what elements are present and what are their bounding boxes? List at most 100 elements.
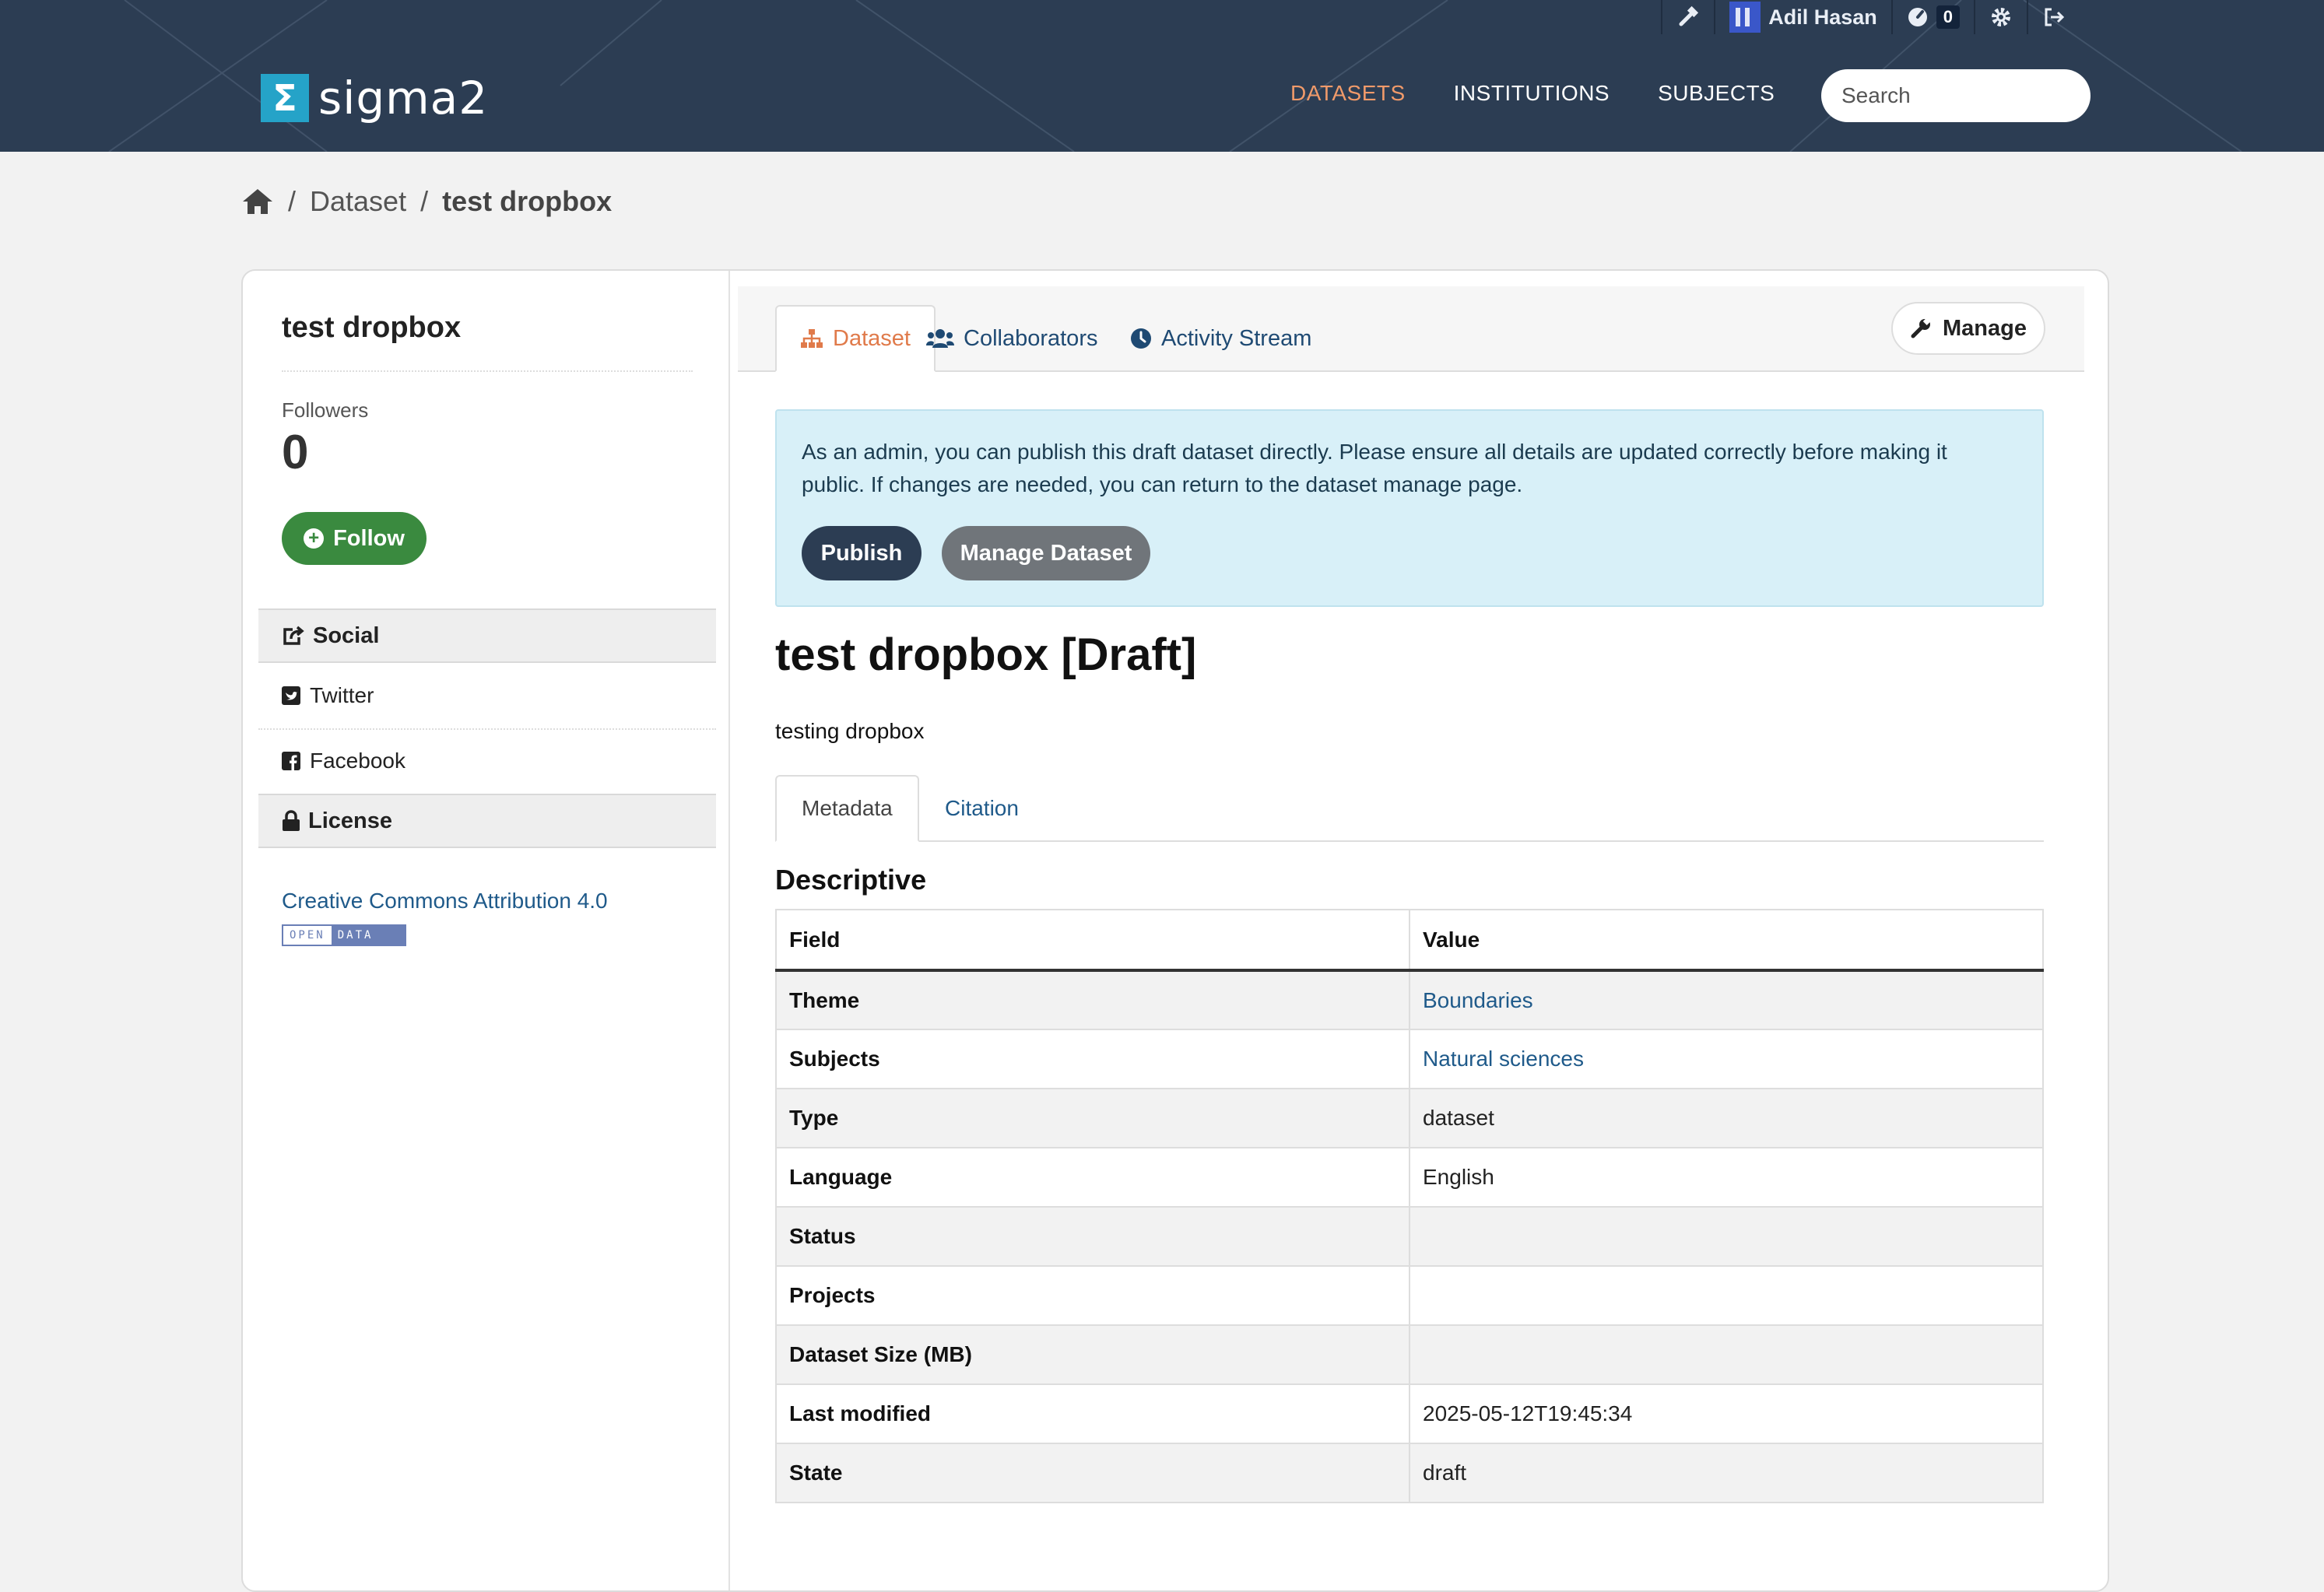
theme-link[interactable]: Boundaries (1423, 988, 1533, 1012)
social-heading-label: Social (313, 622, 380, 648)
dataset-description: testing dropbox (775, 719, 925, 743)
sitemap-icon (801, 329, 823, 348)
logout-link[interactable] (2027, 0, 2080, 34)
field-cell: Dataset Size (MB) (775, 1324, 1410, 1385)
table-row: Theme Boundaries (775, 970, 2044, 1030)
sigma-logo-icon: Σ (261, 74, 309, 122)
value-cell: dataset (1409, 1088, 2044, 1148)
user-name: Adil Hasan (1768, 5, 1877, 29)
twitter-icon (282, 686, 300, 705)
nav-institutions[interactable]: INSTITUTIONS (1454, 81, 1610, 106)
divider (282, 370, 693, 372)
field-cell: State (775, 1443, 1410, 1503)
tab-activity-stream[interactable]: Activity Stream (1107, 305, 1335, 372)
value-cell (1409, 1265, 2044, 1326)
table-row: Type dataset (775, 1088, 2044, 1148)
subject-link[interactable]: Natural sciences (1423, 1047, 1584, 1071)
table-row: State draft (775, 1443, 2044, 1503)
value-cell: 2025-05-12T19:45:34 (1409, 1383, 2044, 1444)
gear-icon (1992, 8, 2010, 26)
alert-text: As an admin, you can publish this draft … (802, 440, 1947, 496)
value-cell (1409, 1324, 2044, 1385)
sign-out-icon (2045, 8, 2065, 26)
followers-count: 0 (282, 426, 309, 479)
social-heading: Social (258, 608, 716, 663)
breadcrumb-separator: / (420, 185, 429, 217)
dataset-card: test dropbox Followers 0 + Follow Social… (241, 269, 2109, 1592)
table-row: Projects (775, 1265, 2044, 1326)
license-heading-label: License (308, 808, 392, 833)
value-cell: English (1409, 1147, 2044, 1208)
sysadmin-link[interactable] (1661, 0, 1714, 34)
tab-collaborators[interactable]: Collaborators (903, 305, 1121, 372)
tab-metadata[interactable]: Metadata (775, 775, 919, 842)
search-input[interactable] (1840, 82, 2124, 109)
settings-link[interactable] (1974, 0, 2027, 34)
value-cell: draft (1409, 1443, 2044, 1503)
users-icon (926, 329, 954, 348)
hammer-icon (1679, 5, 1699, 26)
tab-dataset-label: Dataset (833, 325, 911, 351)
publish-button[interactable]: Publish (802, 526, 922, 580)
sidebar-title: test dropbox (282, 311, 462, 344)
share-square-icon (283, 626, 304, 645)
follow-button[interactable]: + Follow (282, 512, 427, 565)
license-link[interactable]: Creative Commons Attribution 4.0 (282, 889, 608, 913)
tab-activity-stream-label: Activity Stream (1161, 325, 1312, 351)
table-header-row: Field Value (775, 909, 2044, 972)
activity-dashboard-link[interactable]: 0 (1890, 0, 1974, 34)
table-row: Last modified 2025-05-12T19:45:34 (775, 1383, 2044, 1444)
page-tabs: Dataset Collaborators Activity Stream Ma… (738, 286, 2084, 372)
field-cell: Type (775, 1088, 1410, 1148)
field-cell: Subjects (775, 1029, 1410, 1089)
search-box (1821, 69, 2124, 122)
divider (258, 728, 716, 730)
sidebar: test dropbox Followers 0 + Follow Social… (243, 271, 730, 1590)
tab-citation[interactable]: Citation (920, 775, 1044, 842)
facebook-icon (282, 752, 300, 770)
license-heading: License (258, 794, 716, 848)
breadcrumb-dataset[interactable]: Dataset (310, 185, 406, 218)
followers-label: Followers (282, 398, 369, 422)
table-row: Subjects Natural sciences (775, 1029, 2044, 1089)
activity-count-badge: 0 (1936, 5, 1960, 29)
main-navigation: DATASETS INSTITUTIONS SUBJECTS (1290, 81, 1775, 106)
facebook-link[interactable]: Facebook (282, 749, 405, 773)
nav-subjects[interactable]: SUBJECTS (1658, 81, 1775, 106)
plus-circle-icon: + (304, 528, 325, 549)
section-heading: Descriptive (775, 864, 927, 896)
account-bar: Adil Hasan 0 (1661, 0, 2080, 34)
manage-dataset-button[interactable]: Manage Dataset (942, 526, 1150, 580)
site-logo[interactable]: Σ sigma2 (261, 72, 488, 124)
manage-label: Manage (1943, 315, 2027, 341)
twitter-label: Twitter (310, 683, 374, 707)
facebook-label: Facebook (310, 749, 405, 773)
nav-datasets[interactable]: DATASETS (1290, 81, 1406, 106)
table-row: Dataset Size (MB) (775, 1324, 2044, 1385)
field-cell: Language (775, 1147, 1410, 1208)
field-cell: Status (775, 1206, 1410, 1267)
breadcrumb-current[interactable]: test dropbox (442, 185, 612, 218)
home-icon[interactable] (241, 188, 274, 216)
wrench-icon (1911, 317, 1931, 338)
follow-label: Follow (333, 525, 405, 551)
twitter-link[interactable]: Twitter (282, 683, 374, 708)
open-data-badge[interactable]: OPEN DATA (282, 924, 406, 946)
metadata-tabs: Metadata Citation (775, 775, 2044, 842)
field-cell: Theme (775, 970, 1410, 1030)
open-data-badge-left: OPEN (283, 926, 332, 945)
table-row: Status (775, 1206, 2044, 1267)
user-profile-link[interactable]: Adil Hasan (1714, 0, 1891, 34)
admin-publish-alert: As an admin, you can publish this draft … (775, 409, 2044, 607)
field-cell: Last modified (775, 1383, 1410, 1444)
column-header-value: Value (1409, 909, 2044, 972)
metadata-table: Field Value Theme Boundaries Subjects Na… (775, 909, 2044, 1503)
avatar (1729, 2, 1761, 33)
manage-button[interactable]: Manage (1891, 302, 2045, 355)
open-data-badge-right: DATA (331, 926, 405, 945)
breadcrumb-separator: / (288, 185, 297, 217)
value-cell: Natural sciences (1409, 1029, 2044, 1089)
table-row: Language English (775, 1147, 2044, 1208)
clock-icon (1131, 328, 1151, 349)
field-cell: Projects (775, 1265, 1410, 1326)
